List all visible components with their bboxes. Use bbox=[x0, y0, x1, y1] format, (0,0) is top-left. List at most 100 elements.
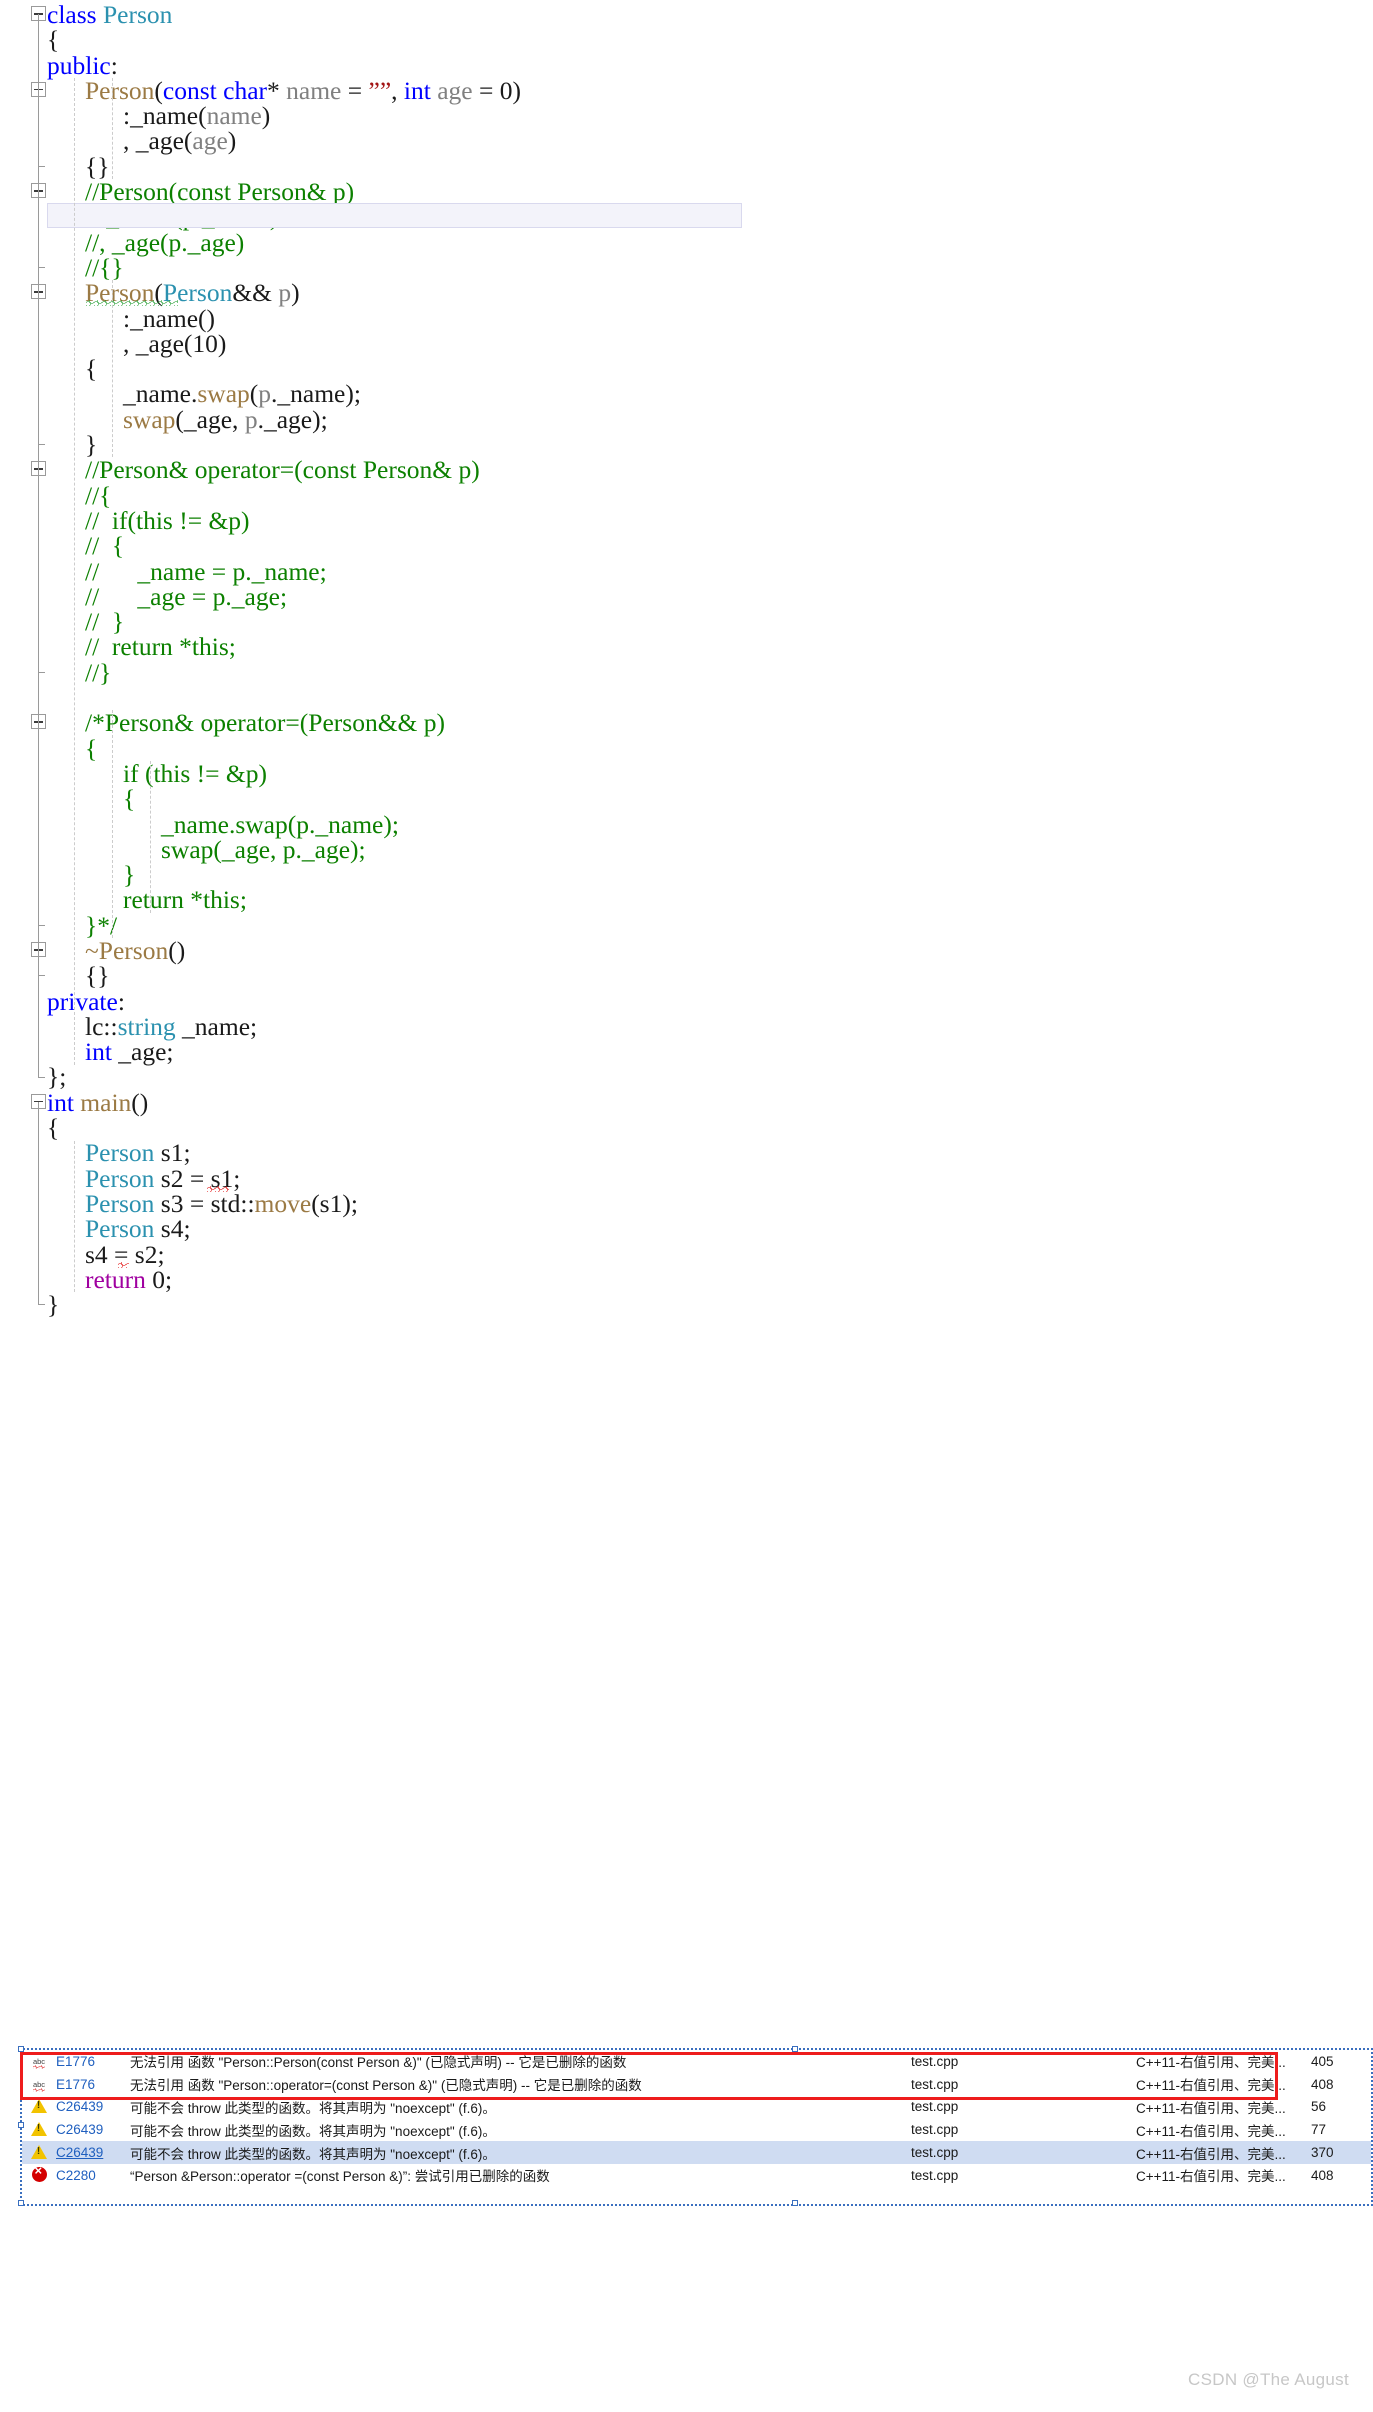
code-line[interactable]: // _name = p._name; bbox=[0, 558, 1373, 584]
code-line[interactable]: Person(Person&& p) bbox=[0, 278, 1373, 308]
code-line[interactable]: swap(_age, p._age); bbox=[0, 837, 1373, 863]
code-token: age bbox=[437, 75, 473, 105]
current-line-highlight bbox=[47, 203, 742, 229]
code-line-text: _name.swap(p._name); bbox=[0, 811, 399, 837]
code-token: (_age, bbox=[175, 404, 245, 434]
error-list-panel[interactable]: abc E1776 无法引用 函数 "Person::Person(const Pe… bbox=[18, 2046, 1373, 2206]
code-line[interactable]: s4 = s2; bbox=[0, 1241, 1373, 1267]
code-line[interactable]: {} bbox=[0, 963, 1373, 989]
code-line[interactable]: /*Person& operator=(Person&& p) bbox=[0, 710, 1373, 736]
code-line[interactable]: //, _age(p._age) bbox=[0, 229, 1373, 255]
code-line[interactable]: return 0; bbox=[0, 1267, 1373, 1293]
code-token: name bbox=[286, 75, 342, 105]
code-line[interactable]: } bbox=[0, 862, 1373, 888]
code-line[interactable] bbox=[0, 685, 1373, 710]
error-description: 可能不会 throw 此类型的函数。将其声明为 "noexcept" (f.6)… bbox=[130, 2100, 496, 2116]
resize-handle-bottom-center[interactable] bbox=[792, 2200, 798, 2206]
code-line[interactable]: Person s1; bbox=[0, 1140, 1373, 1166]
code-token: (s1); bbox=[311, 1188, 358, 1218]
error-list-row[interactable]: C2280“Person &Person::operator =(const P… bbox=[22, 2164, 1371, 2187]
warning-squiggle bbox=[86, 300, 178, 307]
code-line[interactable]: { bbox=[0, 735, 1373, 761]
error-project: C++11-右值引用、完美... bbox=[1136, 2055, 1286, 2071]
outline-subrail-end bbox=[38, 267, 45, 268]
code-token: ) bbox=[291, 278, 300, 308]
code-line[interactable]: if (this != &p) bbox=[0, 761, 1373, 787]
code-line-text: // _name = p._name; bbox=[0, 558, 327, 584]
code-line[interactable]: // _age = p._age; bbox=[0, 584, 1373, 610]
code-line[interactable]: {} bbox=[0, 154, 1373, 180]
code-line[interactable]: //Person& operator=(const Person& p) bbox=[0, 457, 1373, 483]
error-list-row[interactable]: C26439可能不会 throw 此类型的函数。将其声明为 "noexcept"… bbox=[22, 2118, 1371, 2141]
code-line-text: /*Person& operator=(Person&& p) bbox=[0, 710, 445, 736]
code-line[interactable]: // } bbox=[0, 609, 1373, 635]
resize-handle-top-center[interactable] bbox=[792, 2046, 798, 2052]
code-line[interactable]: class Person bbox=[0, 2, 1373, 27]
code-token: = bbox=[341, 75, 369, 105]
code-text-area[interactable]: class Person{public: Person(const char* n… bbox=[0, 0, 1373, 1317]
code-line[interactable]: } bbox=[0, 1292, 1373, 1318]
abc-squiggle-icon: abc bbox=[22, 2076, 56, 2093]
error-code-link[interactable]: E1776 bbox=[56, 2077, 130, 2092]
code-line-text: } bbox=[0, 1292, 59, 1318]
code-line-text: public: bbox=[0, 52, 118, 78]
code-line[interactable]: { bbox=[0, 27, 1373, 53]
code-line[interactable]: int main() bbox=[0, 1090, 1373, 1115]
error-list-rows[interactable]: abc E1776 无法引用 函数 "Person::Person(const Pe… bbox=[22, 2050, 1371, 2187]
code-line-text: //} bbox=[0, 659, 111, 685]
code-line[interactable]: Person s3 = std::move(s1); bbox=[0, 1188, 1373, 1218]
code-line[interactable]: swap(_age, p._age); bbox=[0, 404, 1373, 434]
code-line[interactable]: ~Person() bbox=[0, 938, 1373, 963]
resize-handle-top-left[interactable] bbox=[18, 2046, 24, 2052]
resize-handle-middle-left[interactable] bbox=[18, 2122, 24, 2128]
code-line[interactable]: Person(const char* name = ””, int age = … bbox=[0, 78, 1373, 103]
error-project: C++11-右值引用、完美... bbox=[1136, 2100, 1286, 2116]
code-line[interactable]: :_name(name) bbox=[0, 103, 1373, 129]
code-line-text: // } bbox=[0, 609, 124, 635]
code-line[interactable]: private: bbox=[0, 988, 1373, 1014]
code-token: () bbox=[168, 935, 186, 965]
code-line-text: return 0; bbox=[0, 1267, 172, 1293]
error-squiggle bbox=[118, 1261, 129, 1268]
error-code-link[interactable]: C26439 bbox=[56, 2099, 130, 2114]
code-line[interactable]: // return *this; bbox=[0, 634, 1373, 660]
code-line-text: }; bbox=[0, 1064, 66, 1090]
code-line[interactable]: }*/ bbox=[0, 912, 1373, 938]
code-line[interactable]: return *this; bbox=[0, 887, 1373, 913]
code-line[interactable]: }; bbox=[0, 1064, 1373, 1090]
code-line[interactable]: , _age(age) bbox=[0, 128, 1373, 154]
indent-guide bbox=[150, 761, 151, 913]
error-list-row[interactable]: C26439可能不会 throw 此类型的函数。将其声明为 "noexcept"… bbox=[22, 2096, 1371, 2119]
outline-subrail-end bbox=[38, 924, 45, 926]
code-editor[interactable]: class Person{public: Person(const char* n… bbox=[0, 0, 1373, 2010]
code-line[interactable]: // { bbox=[0, 533, 1373, 559]
code-line[interactable]: { bbox=[0, 786, 1373, 812]
error-list-row[interactable]: abc E1776 无法引用 函数 "Person::operator=(const… bbox=[22, 2073, 1371, 2096]
error-code-link[interactable]: C26439 bbox=[56, 2145, 130, 2160]
code-line[interactable]: Person s4; bbox=[0, 1216, 1373, 1242]
error-list-row[interactable]: abc E1776 无法引用 函数 "Person::Person(const Pe… bbox=[22, 2050, 1371, 2073]
code-line[interactable]: //{} bbox=[0, 255, 1373, 281]
code-token: p bbox=[244, 404, 258, 434]
error-code-link[interactable]: C26439 bbox=[56, 2122, 130, 2137]
code-line[interactable]: public: bbox=[0, 52, 1373, 78]
code-line[interactable]: _name.swap(p._name); bbox=[0, 811, 1373, 837]
code-line[interactable]: lc::string _name; bbox=[0, 1014, 1373, 1040]
code-line[interactable]: _name.swap(p._name); bbox=[0, 381, 1373, 407]
code-line[interactable]: , _age(10) bbox=[0, 331, 1373, 357]
code-line[interactable]: //Person(const Person& p) bbox=[0, 179, 1373, 204]
code-line[interactable]: //} bbox=[0, 659, 1373, 685]
code-line[interactable]: //{ bbox=[0, 482, 1373, 508]
code-line[interactable]: :_name() bbox=[0, 305, 1373, 331]
code-line-text: ~Person() bbox=[0, 935, 186, 965]
code-line[interactable]: { bbox=[0, 1115, 1373, 1141]
code-line[interactable]: { bbox=[0, 356, 1373, 382]
code-line[interactable]: } bbox=[0, 432, 1373, 458]
code-line[interactable]: Person s2 = s1; bbox=[0, 1165, 1373, 1191]
error-list-row[interactable]: C26439可能不会 throw 此类型的函数。将其声明为 "noexcept"… bbox=[22, 2141, 1371, 2164]
resize-handle-bottom-left[interactable] bbox=[18, 2200, 24, 2206]
error-code-link[interactable]: C2280 bbox=[56, 2168, 130, 2183]
error-code-link[interactable]: E1776 bbox=[56, 2054, 130, 2069]
code-line[interactable]: // if(this != &p) bbox=[0, 508, 1373, 534]
code-line[interactable]: int _age; bbox=[0, 1039, 1373, 1065]
